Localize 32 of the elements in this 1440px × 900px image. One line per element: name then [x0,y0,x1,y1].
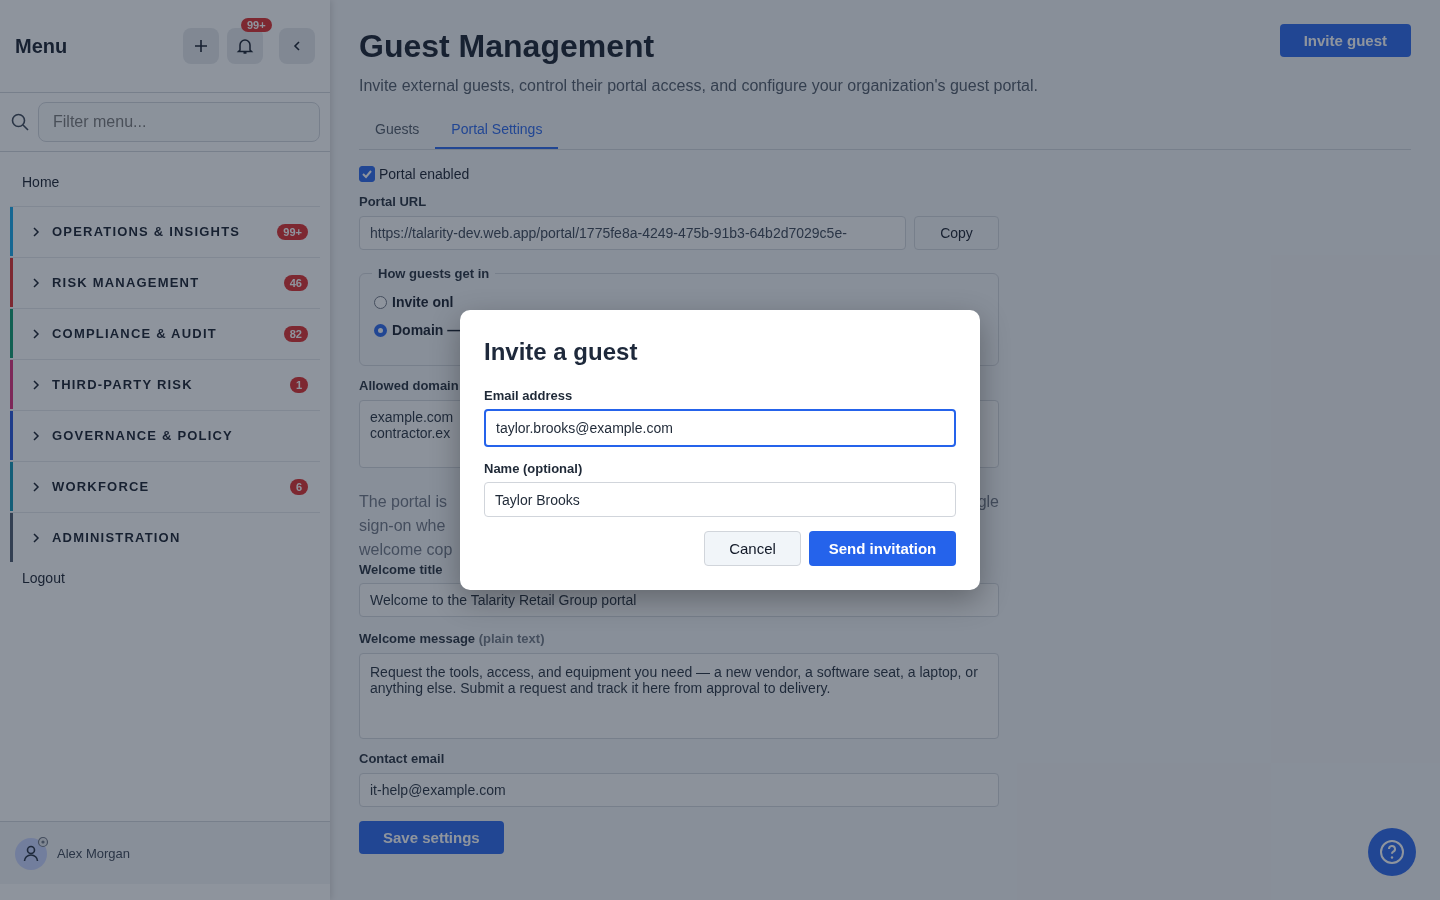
count-badge: 82 [283,325,308,342]
page-title: Guest Management [359,28,656,65]
group-label: COMPLIANCE & AUDIT [52,326,218,341]
count-badge: 1 [289,376,308,393]
field-label: Welcome title [359,562,444,577]
dialog-title: Invite a guest [484,338,639,366]
field-label: Allowed domain [359,378,460,393]
checkbox-label: Portal enabled [379,166,470,182]
field-label: Portal URL [359,194,428,209]
group-label: WORKFORCE [52,479,151,494]
description-text: The portal is [359,492,448,512]
radio-label: Invite onl [392,294,454,310]
menu-title: Menu [15,34,68,58]
group-label: ADMINISTRATION [52,530,182,545]
page-subtitle: Invite external guests, control their portal access, and configure your organization's guest portal. [359,77,1038,95]
fieldset-legend: How guests get in [372,266,496,281]
notification-badge: 99+ [241,18,272,32]
field-label: Contact email [359,751,446,766]
group-label: OPERATIONS & INSIGHTS [52,224,242,239]
group-label: GOVERNANCE & POLICY [52,428,234,443]
field-label: Welcome message [359,631,476,646]
description-text: welcome cop [359,540,453,560]
group-label: RISK MANAGEMENT [52,275,201,290]
field-hint: (plain text) [478,631,545,646]
count-badge: 6 [289,478,308,495]
count-badge: 46 [283,274,308,291]
group-label: THIRD-PARTY RISK [52,377,194,392]
count-badge: 99+ [277,223,308,240]
field-label: Name (optional) [484,461,584,476]
field-label: Email address [484,388,574,403]
description-text: sign-on whe [359,516,446,536]
user-name: Alex Morgan [57,845,130,861]
